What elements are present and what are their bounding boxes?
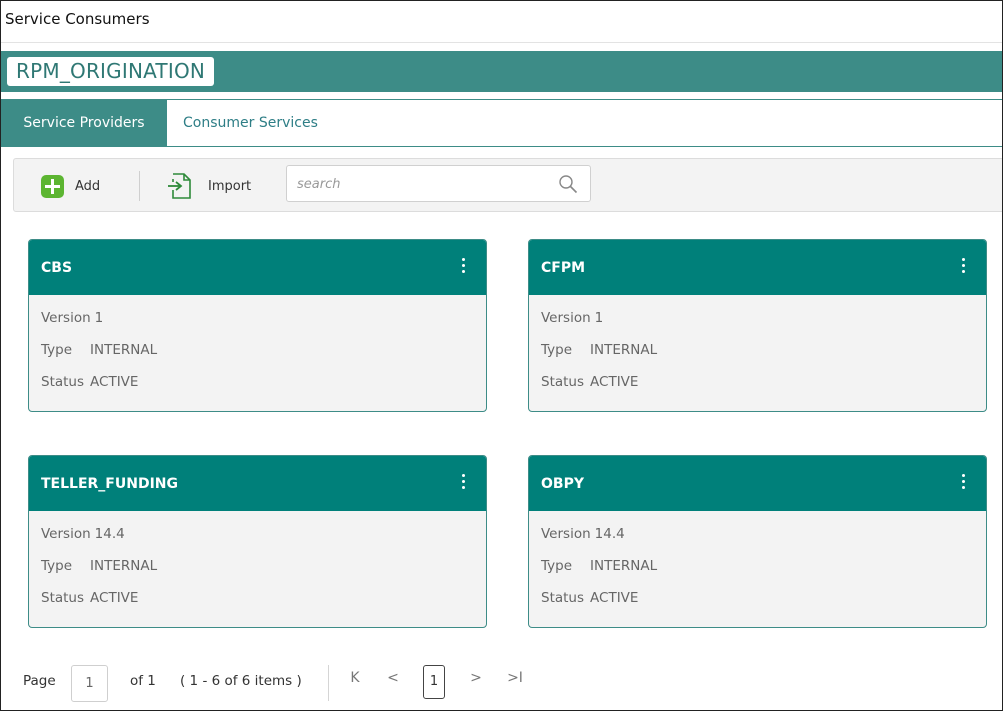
items-summary: ( 1 - 6 of 6 items ) xyxy=(180,673,302,689)
service-provider-card[interactable]: CBS Version 1 Type INTERNAL Status ACTIVE xyxy=(28,239,487,412)
version-value: 1 xyxy=(594,310,604,326)
service-provider-card[interactable]: CFPM Version 1 Type INTERNAL Status ACTIVE xyxy=(528,239,987,412)
version-row: Version 14.4 xyxy=(41,526,486,558)
type-row: Type INTERNAL xyxy=(541,342,986,374)
card-body: Version 1 Type INTERNAL Status ACTIVE xyxy=(529,295,986,406)
toolbar-divider xyxy=(139,171,140,201)
pager-divider xyxy=(328,665,329,701)
service-consumers-window: Service Consumers RPM_ORIGINATION Servic… xyxy=(0,0,1003,711)
card-header: CFPM xyxy=(529,240,986,295)
status-label: Status xyxy=(541,374,585,390)
version-label: Version xyxy=(541,526,591,542)
status-row: Status ACTIVE xyxy=(41,590,486,622)
card-header: TELLER_FUNDING xyxy=(29,456,486,511)
status-row: Status ACTIVE xyxy=(541,374,986,406)
type-row: Type INTERNAL xyxy=(41,342,486,374)
kebab-menu-icon[interactable] xyxy=(460,258,466,274)
card-title: TELLER_FUNDING xyxy=(41,476,178,492)
add-button[interactable]: Add xyxy=(41,173,100,199)
type-label: Type xyxy=(41,342,73,358)
card-title: CBS xyxy=(41,260,73,276)
type-value: INTERNAL xyxy=(90,558,158,574)
add-icon xyxy=(41,174,64,198)
current-page-button[interactable]: 1 xyxy=(423,665,445,699)
tab-consumer-services[interactable]: Consumer Services xyxy=(183,100,318,147)
kebab-menu-icon[interactable] xyxy=(460,474,466,490)
type-row: Type INTERNAL xyxy=(41,558,486,590)
app-bar: RPM_ORIGINATION xyxy=(1,51,1002,92)
pagination-bar: Page 1 of 1 ( 1 - 6 of 6 items ) K < 1 >… xyxy=(1,653,1002,710)
status-row: Status ACTIVE xyxy=(541,590,986,622)
import-icon xyxy=(168,173,191,199)
card-title: OBPY xyxy=(541,476,584,492)
card-body: Version 14.4 Type INTERNAL Status ACTIVE xyxy=(29,511,486,622)
last-page-icon[interactable]: >I xyxy=(505,670,525,690)
service-provider-card[interactable]: OBPY Version 14.4 Type INTERNAL Status ACTI… xyxy=(528,455,987,628)
status-value: ACTIVE xyxy=(590,590,639,606)
status-label: Status xyxy=(541,590,585,606)
card-title: CFPM xyxy=(541,260,586,276)
version-row: Version 14.4 xyxy=(541,526,986,558)
version-row: Version 1 xyxy=(541,310,986,342)
tab-bar: Service Providers Consumer Services xyxy=(1,99,1002,147)
type-row: Type INTERNAL xyxy=(541,558,986,590)
toolbar: Add Import xyxy=(13,158,1002,212)
version-value: 14.4 xyxy=(94,526,125,542)
type-value: INTERNAL xyxy=(590,558,658,574)
status-value: ACTIVE xyxy=(90,374,139,390)
type-value: INTERNAL xyxy=(590,342,658,358)
status-value: ACTIVE xyxy=(590,374,639,390)
import-button-label: Import xyxy=(208,178,252,194)
version-value: 14.4 xyxy=(594,526,625,542)
version-label: Version xyxy=(541,310,591,326)
type-label: Type xyxy=(541,342,573,358)
status-label: Status xyxy=(41,590,85,606)
status-value: ACTIVE xyxy=(90,590,139,606)
card-header: CBS xyxy=(29,240,486,295)
kebab-menu-icon[interactable] xyxy=(960,474,966,490)
status-row: Status ACTIVE xyxy=(41,374,486,406)
add-button-label: Add xyxy=(75,178,101,194)
type-label: Type xyxy=(41,558,73,574)
card-header: OBPY xyxy=(529,456,986,511)
search-icon[interactable] xyxy=(558,174,578,194)
app-name-badge: RPM_ORIGINATION xyxy=(7,57,215,86)
window-title: Service Consumers xyxy=(1,1,1002,43)
prev-page-icon[interactable]: < xyxy=(385,670,401,690)
card-body: Version 1 Type INTERNAL Status ACTIVE xyxy=(29,295,486,406)
version-label: Version xyxy=(41,526,91,542)
kebab-menu-icon[interactable] xyxy=(960,258,966,274)
first-page-icon[interactable]: K xyxy=(347,670,363,690)
search-box xyxy=(286,165,591,202)
page-number-input[interactable]: 1 xyxy=(71,665,108,702)
search-input[interactable] xyxy=(297,175,547,193)
page-label: Page xyxy=(23,673,56,689)
type-label: Type xyxy=(541,558,573,574)
card-body: Version 14.4 Type INTERNAL Status ACTIVE xyxy=(529,511,986,622)
page-of-label: of 1 xyxy=(130,673,156,689)
type-value: INTERNAL xyxy=(90,342,158,358)
service-provider-card[interactable]: TELLER_FUNDING Version 14.4 Type INTERNAL … xyxy=(28,455,487,628)
version-row: Version 1 xyxy=(41,310,486,342)
version-value: 1 xyxy=(94,310,104,326)
import-button[interactable]: Import xyxy=(167,173,251,199)
next-page-icon[interactable]: > xyxy=(468,670,484,690)
status-label: Status xyxy=(41,374,85,390)
version-label: Version xyxy=(41,310,91,326)
tab-service-providers[interactable]: Service Providers xyxy=(1,100,167,147)
